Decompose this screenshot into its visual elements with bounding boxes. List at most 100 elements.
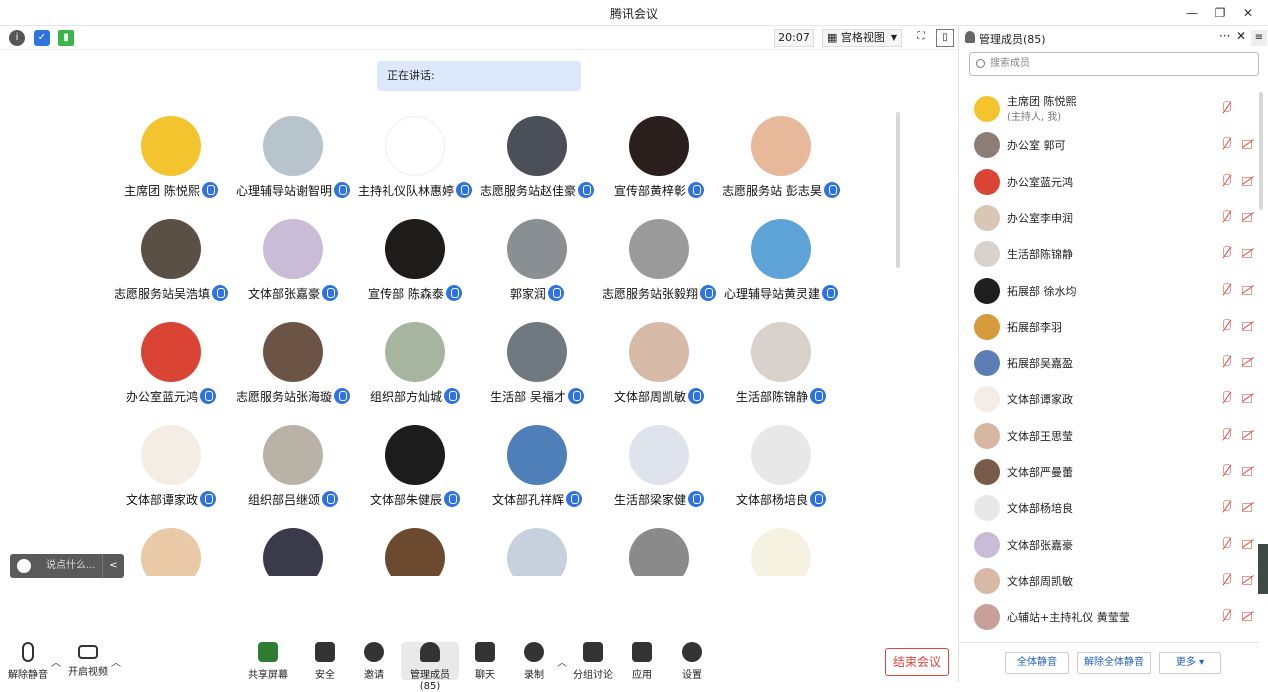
settings-button[interactable]: 设置: [666, 642, 718, 681]
sidebar-toggle-icon[interactable]: ▯: [936, 29, 954, 47]
camera-off-icon[interactable]: [1242, 539, 1254, 549]
member-row[interactable]: 文体部谭家政: [959, 380, 1259, 416]
manage-members-button[interactable]: 管理成员(85): [401, 642, 459, 692]
camera-off-icon[interactable]: [1242, 430, 1254, 440]
camera-off-icon[interactable]: [1242, 139, 1254, 150]
participant-tile[interactable]: 文体部张嘉豪: [232, 219, 354, 319]
participant-tile[interactable]: 文体部谭家政: [110, 425, 232, 525]
record-options-chevron-icon[interactable]: ︿: [557, 654, 567, 669]
mic-muted-icon[interactable]: [1221, 173, 1231, 188]
participant-tile[interactable]: 志愿服务站赵佳豪: [476, 116, 598, 216]
breakout-button[interactable]: 分组讨论: [567, 642, 619, 681]
camera-off-icon[interactable]: [1242, 575, 1254, 585]
close-panel-icon[interactable]: ✕: [1236, 29, 1246, 43]
participant-tile[interactable]: 志愿服务站张海璇: [232, 322, 354, 422]
mic-muted-icon[interactable]: [1221, 355, 1231, 369]
participant-tile[interactable]: 文体部周凯敏: [598, 322, 720, 422]
chat-placeholder[interactable]: 说点什么...: [46, 554, 96, 578]
unmute-all-button[interactable]: 解除全体静音: [1077, 652, 1151, 674]
participant-tile[interactable]: 文体部孔祥辉: [476, 425, 598, 525]
member-list-scrollbar[interactable]: [1259, 92, 1263, 210]
participant-tile[interactable]: [354, 528, 476, 576]
camera-off-icon[interactable]: [1242, 393, 1254, 404]
more-options-icon[interactable]: ···: [1219, 29, 1230, 43]
participant-tile[interactable]: [598, 528, 720, 576]
member-row[interactable]: 心辅站+主持礼仪 黄莹莹: [959, 598, 1259, 634]
info-icon[interactable]: i: [9, 30, 25, 46]
participant-tile[interactable]: 生活部梁家健: [598, 425, 720, 525]
participant-tile[interactable]: 主持礼仪队林惠婷: [354, 116, 476, 216]
end-meeting-button[interactable]: 结束会议: [885, 648, 949, 676]
member-row[interactable]: 文体部严曼蕾: [959, 453, 1259, 489]
mic-muted-icon[interactable]: [1221, 609, 1231, 623]
chat-button[interactable]: 聊天: [459, 642, 511, 681]
mic-muted-icon[interactable]: [1221, 427, 1231, 442]
security-button[interactable]: 安全: [299, 642, 351, 681]
view-mode-select[interactable]: ▦ 宫格视图 ▼: [822, 29, 902, 47]
member-row[interactable]: 办公室蓝元鸿: [959, 163, 1259, 199]
apps-button[interactable]: 应用: [616, 642, 668, 681]
mic-muted-icon[interactable]: [1221, 101, 1231, 115]
participant-tile[interactable]: [232, 528, 354, 576]
member-row[interactable]: 文体部张嘉豪: [959, 526, 1259, 562]
collapse-chat-button[interactable]: <: [102, 554, 124, 578]
more-button[interactable]: 更多 ▾: [1159, 652, 1221, 674]
participant-tile[interactable]: 宣传部黄梓彰: [598, 116, 720, 216]
participant-tile[interactable]: 志愿服务站 彭志昊: [720, 116, 842, 216]
member-row[interactable]: 拓展部吴嘉盈: [959, 344, 1259, 380]
camera-off-icon[interactable]: [1242, 212, 1254, 222]
mic-muted-icon[interactable]: [1221, 536, 1231, 551]
mic-muted-icon[interactable]: [1221, 282, 1231, 297]
participant-tile[interactable]: 志愿服务站张毅翔: [598, 219, 720, 319]
member-row[interactable]: 文体部周凯敏: [959, 562, 1259, 598]
shield-icon[interactable]: ✓: [34, 30, 50, 46]
participant-tile[interactable]: 志愿服务站吴浩填: [110, 219, 232, 319]
restore-button[interactable]: ❐: [1208, 3, 1232, 23]
camera-off-icon[interactable]: [1242, 357, 1254, 368]
grid-scrollbar[interactable]: [896, 112, 900, 268]
unmute-button[interactable]: 解除静音: [2, 642, 54, 681]
member-row[interactable]: 拓展部 徐水均: [959, 272, 1259, 308]
mic-muted-icon[interactable]: [1221, 391, 1231, 405]
camera-off-icon[interactable]: [1242, 466, 1254, 476]
video-options-chevron-icon[interactable]: ︿: [111, 654, 121, 669]
close-window-button[interactable]: ✕: [1236, 3, 1260, 23]
mic-muted-icon[interactable]: [1221, 246, 1231, 260]
member-row[interactable]: 拓展部李羽: [959, 308, 1259, 344]
participant-tile[interactable]: [720, 528, 842, 576]
participant-tile[interactable]: [476, 528, 598, 576]
participant-tile[interactable]: 组织部吕继颂: [232, 425, 354, 525]
member-row[interactable]: 文体部杨培良: [959, 489, 1259, 525]
participant-tile[interactable]: 宣传部 陈森泰: [354, 219, 476, 319]
member-row[interactable]: 主席团 陈悦熙 (主持人, 我): [959, 90, 1259, 126]
quick-chat-bar[interactable]: 说点什么... <: [10, 554, 124, 578]
participant-tile[interactable]: 心理辅导站谢智明: [232, 116, 354, 216]
participant-tile[interactable]: 心理辅导站黄灵建: [720, 219, 842, 319]
mic-muted-icon[interactable]: [1221, 137, 1231, 151]
start-video-button[interactable]: 开启视频: [62, 642, 114, 678]
camera-off-icon[interactable]: [1242, 248, 1254, 259]
participant-tile[interactable]: 文体部朱健辰: [354, 425, 476, 525]
member-row[interactable]: 生活部陈锦静: [959, 235, 1259, 271]
menu-icon[interactable]: ≡: [1251, 30, 1267, 46]
audio-options-chevron-icon[interactable]: ︿: [51, 654, 61, 669]
mic-muted-icon[interactable]: [1221, 500, 1231, 514]
camera-off-icon[interactable]: [1242, 321, 1254, 331]
record-button[interactable]: 录制: [508, 642, 560, 681]
member-row[interactable]: 办公室李申润: [959, 199, 1259, 235]
mic-muted-icon[interactable]: [1221, 572, 1231, 587]
mic-muted-icon[interactable]: [1221, 209, 1231, 224]
participant-tile[interactable]: 办公室蓝元鸿: [110, 322, 232, 422]
camera-off-icon[interactable]: [1242, 285, 1254, 295]
invite-button[interactable]: 邀请: [348, 642, 400, 681]
participant-tile[interactable]: 生活部 吴福才: [476, 322, 598, 422]
participant-tile[interactable]: 主席团 陈悦熙: [110, 116, 232, 216]
signal-icon[interactable]: ▮: [58, 30, 74, 46]
fullscreen-icon[interactable]: ⛶: [912, 29, 930, 47]
mute-all-button[interactable]: 全体静音: [1005, 652, 1069, 674]
share-screen-button[interactable]: 共享屏幕: [242, 642, 294, 681]
participant-tile[interactable]: 组织部方灿城: [354, 322, 476, 422]
camera-off-icon[interactable]: [1242, 611, 1254, 622]
member-row[interactable]: 文体部王思莹: [959, 417, 1259, 453]
mic-muted-icon[interactable]: [1221, 464, 1231, 478]
